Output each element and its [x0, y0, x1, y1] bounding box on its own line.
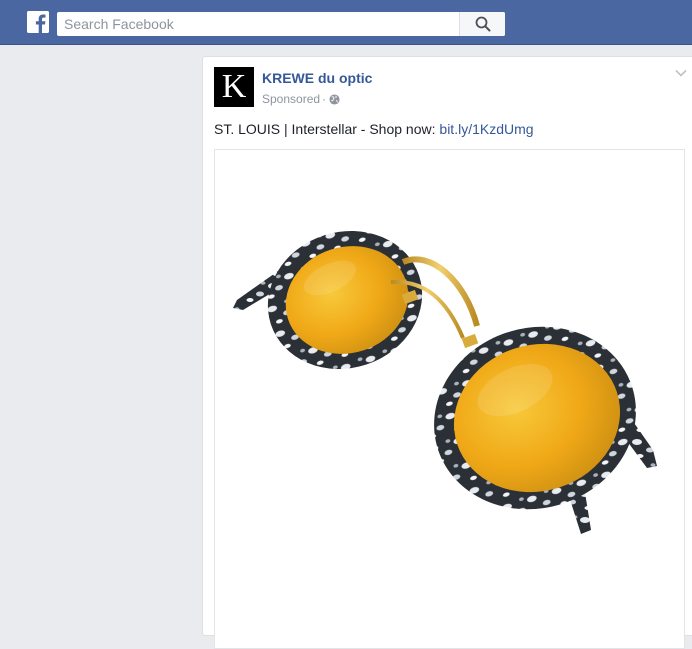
sunglasses-image[interactable] [214, 149, 685, 649]
sponsored-label[interactable]: Sponsored [262, 92, 320, 106]
search-icon [475, 16, 491, 32]
sponsored-row: Sponsored · [262, 92, 340, 106]
chevron-down-icon[interactable] [675, 69, 687, 77]
separator-dot: · [322, 92, 327, 106]
facebook-f-icon[interactable] [27, 11, 49, 33]
search-bar [57, 12, 505, 36]
page-avatar[interactable]: K [214, 67, 254, 107]
search-button[interactable] [459, 12, 505, 36]
post-text: ST. LOUIS | Interstellar - Shop now: bit… [214, 121, 534, 137]
globe-icon[interactable] [329, 94, 340, 105]
page-name-link[interactable]: KREWE du optic [262, 70, 372, 86]
post-link[interactable]: bit.ly/1KzdUmg [439, 121, 533, 137]
sponsored-post: K KREWE du optic Sponsored · ST. LOUIS | … [202, 56, 692, 649]
search-input[interactable] [57, 12, 457, 36]
post-text-body: ST. LOUIS | Interstellar - Shop now: [214, 121, 440, 137]
top-navigation-bar [0, 0, 692, 45]
